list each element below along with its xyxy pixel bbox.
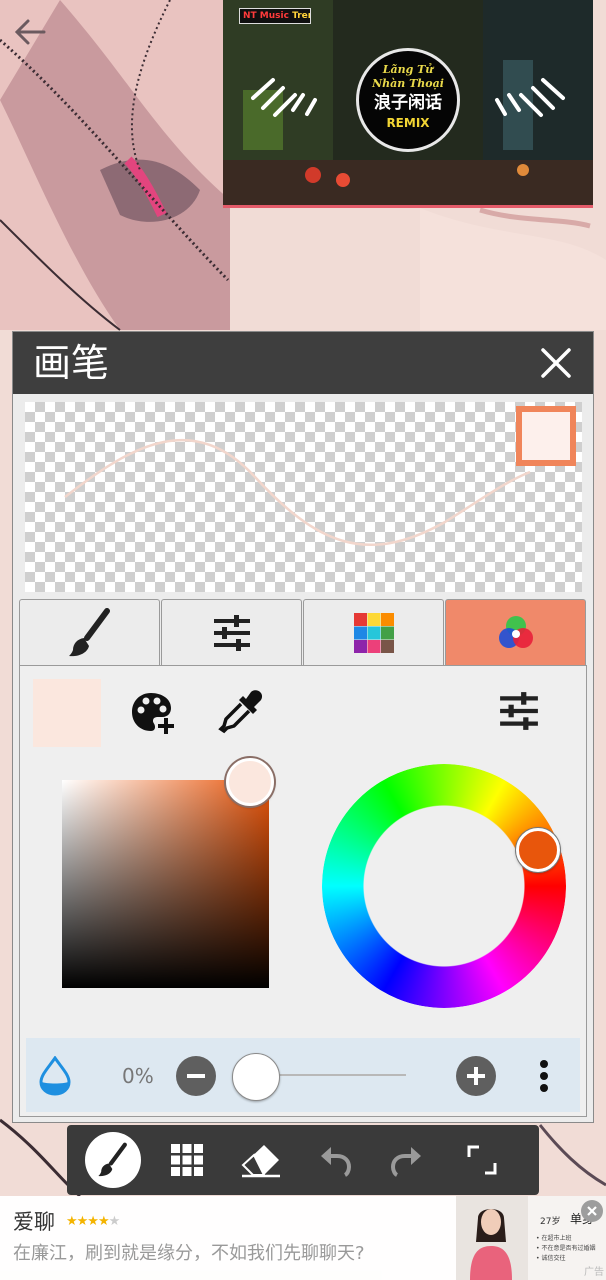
brush-icon [68,607,110,656]
song-title-line2: Nhàn Thoại [372,77,444,90]
hue-wheel[interactable] [322,764,566,1008]
brush-panel: 画笔 0% [12,331,594,1123]
tab-sliders[interactable] [161,599,302,665]
ad-rating: ★★★★★ [66,1214,120,1229]
plus-icon [467,1067,485,1085]
ad-label: 广告 [584,1267,604,1278]
opacity-slider-handle[interactable] [232,1053,280,1101]
opacity-slider-track[interactable] [258,1074,406,1076]
increase-button[interactable] [456,1056,496,1096]
back-arrow-icon[interactable] [10,12,50,52]
opacity-bar: 0% [26,1038,580,1112]
redo-button[interactable] [379,1132,435,1188]
hue-handle[interactable] [516,828,560,872]
ad-details: • 在超市上班 • 不在意是否有过婚姻 • 诚信交往 [536,1235,596,1262]
color-picker-content: 0% [19,665,587,1117]
undo-icon [321,1147,352,1177]
opacity-value: 0% [122,1064,154,1088]
song-title-line1: Lãng Tử [382,63,434,76]
fullscreen-icon [467,1145,497,1175]
more-vertical-icon[interactable] [534,1056,554,1096]
ad-age: 27岁 [540,1217,561,1227]
color-settings-icon[interactable] [498,690,540,732]
close-icon [587,1206,597,1216]
fullscreen-button[interactable] [454,1132,510,1188]
grid-icon [171,1144,203,1176]
tab-color-picker[interactable] [445,599,586,665]
video-thumbnail[interactable]: NT Music Trends Lãng Tử Nhàn Thoại 浪子闲话 … [223,0,593,208]
undo-button[interactable] [307,1132,363,1188]
brush-icon [98,1142,127,1177]
ad-app-name: 爱聊 [13,1210,55,1234]
ad-banner[interactable]: 爱聊 ★★★★★ 在廉江，刷到就是缘分，不如我们先聊聊天? 27岁 单身 • 在… [0,1196,606,1280]
color-circles-icon [498,615,533,648]
current-color-swatch[interactable] [33,679,101,747]
channel-logo: NT Music Trends [239,8,311,24]
preview-color-swatch[interactable] [516,406,576,466]
song-title-chinese: 浪子闲话 [374,93,442,113]
saturation-value-handle[interactable] [226,758,274,806]
brush-preview [25,402,582,592]
decrease-button[interactable] [176,1056,216,1096]
palette-add-icon[interactable] [130,690,176,736]
eraser-icon [241,1145,280,1178]
tab-palette-grid[interactable] [303,599,444,665]
brush-tool-button[interactable] [85,1132,141,1188]
ad-description: 在廉江，刷到就是缘分，不如我们先聊聊天? [13,1243,365,1264]
tab-brush[interactable] [19,599,160,665]
panel-title: 画笔 [33,341,110,385]
brush-stroke-preview [64,439,531,546]
song-title-disc: Lãng Tử Nhàn Thoại 浪子闲话 REMIX [356,48,460,152]
panel-tabs [19,599,587,665]
close-icon[interactable] [537,344,575,382]
palette-grid-icon [353,612,394,653]
remix-tag: REMIX [386,116,430,130]
minus-icon [187,1074,205,1078]
water-drop-icon [39,1056,71,1096]
sliders-icon [213,614,250,651]
saturation-value-square[interactable] [62,780,269,988]
bottom-toolbar [67,1125,539,1195]
ad-close-button[interactable] [581,1200,603,1222]
panel-header: 画笔 [13,332,593,394]
eraser-tool-button[interactable] [233,1132,289,1188]
eyedropper-icon[interactable] [218,688,264,734]
grid-tool-button[interactable] [159,1132,215,1188]
redo-icon [390,1147,421,1177]
